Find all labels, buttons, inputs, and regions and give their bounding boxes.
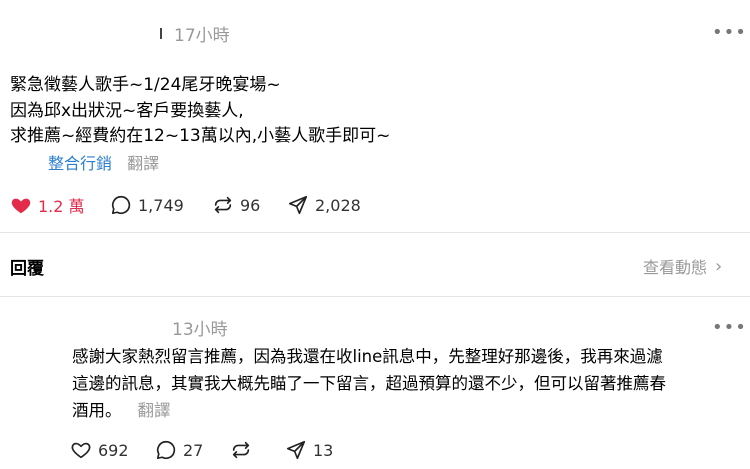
reply-line: 酒用。 — [72, 401, 122, 420]
share-icon — [286, 440, 306, 460]
repost-icon — [214, 196, 232, 214]
like-count: 1.2 萬 — [38, 197, 85, 216]
post-header: 17小時 ••• — [0, 20, 750, 46]
repost-button[interactable] — [230, 437, 258, 463]
share-icon — [288, 195, 308, 215]
comment-icon — [111, 195, 131, 215]
share-count: 2,028 — [315, 195, 361, 215]
more-icon[interactable]: ••• — [712, 319, 746, 337]
repost-count: 96 — [240, 195, 261, 215]
heart-icon — [71, 442, 91, 459]
translate-link[interactable]: 翻譯 — [138, 401, 171, 420]
reply-line-last: 酒用。 翻譯 — [72, 397, 742, 424]
heart-icon — [11, 198, 31, 214]
chevron-right-icon: › — [715, 255, 723, 277]
repost-button[interactable]: 96 — [212, 192, 260, 218]
share-button[interactable]: 2,028 — [287, 192, 361, 218]
more-icon[interactable]: ••• — [712, 24, 746, 42]
comment-button[interactable]: 1,749 — [110, 192, 184, 218]
username-fragment[interactable] — [160, 28, 162, 39]
post-timestamp[interactable]: 17小時 — [174, 21, 230, 46]
replies-title: 回覆 — [10, 259, 44, 279]
like-button[interactable]: 692 — [70, 437, 129, 463]
share-count: 13 — [313, 440, 334, 460]
reply-post: 13小時 ••• 感謝大家熱烈留言推薦，因為我還在收line訊息中，先整理好那邊… — [0, 297, 750, 469]
comment-button[interactable]: 27 — [155, 437, 203, 463]
reply-stats: 692 27 13 — [0, 437, 750, 463]
repost-icon — [232, 441, 250, 459]
thread-post: 17小時 ••• 緊急徵藝人歌手~1/24尾牙晚宴場~ 因為邱x出狀況~客戶要換… — [0, 0, 750, 232]
reply-line: 感謝大家熱烈留言推薦，因為我還在收line訊息中，先整理好那邊後，我再來過濾 — [72, 347, 663, 366]
reply-timestamp[interactable]: 13小時 — [172, 315, 228, 340]
like-button[interactable]: 1.2 萬 — [10, 192, 85, 218]
like-count: 692 — [98, 440, 129, 460]
post-line: 求推薦~經費約在12~13萬以內,小藝人歌手即可~ — [10, 126, 391, 146]
topic-tag[interactable]: 整合行銷 — [48, 154, 112, 173]
comment-icon — [156, 440, 176, 460]
share-button[interactable]: 13 — [285, 437, 333, 463]
post-line: 緊急徵藝人歌手~1/24尾牙晚宴場~ — [10, 75, 281, 95]
translate-link[interactable]: 翻譯 — [127, 154, 159, 173]
view-activity-link[interactable]: 查看動態 › — [643, 254, 722, 278]
post-text: 緊急徵藝人歌手~1/24尾牙晚宴場~ 因為邱x出狀況~客戶要換藝人, 求推薦~經… — [10, 73, 390, 150]
reply-text: 感謝大家熱烈留言推薦，因為我還在收line訊息中，先整理好那邊後，我再來過濾 這… — [72, 343, 742, 424]
post-tag-row: 整合行銷 翻譯 — [48, 150, 159, 174]
comment-count: 27 — [183, 440, 204, 460]
post-stats: 1.2 萬 1,749 96 2,028 — [0, 192, 750, 218]
replies-header: 回覆 查看動態 › — [0, 233, 750, 296]
view-activity-label: 查看動態 — [643, 258, 708, 277]
reply-line: 這邊的訊息，其實我大概先瞄了一下留言，超過預算的還不少，但可以留著推薦春 — [72, 374, 666, 393]
post-line: 因為邱x出狀況~客戶要換藝人, — [10, 100, 244, 121]
comment-count: 1,749 — [138, 195, 184, 215]
